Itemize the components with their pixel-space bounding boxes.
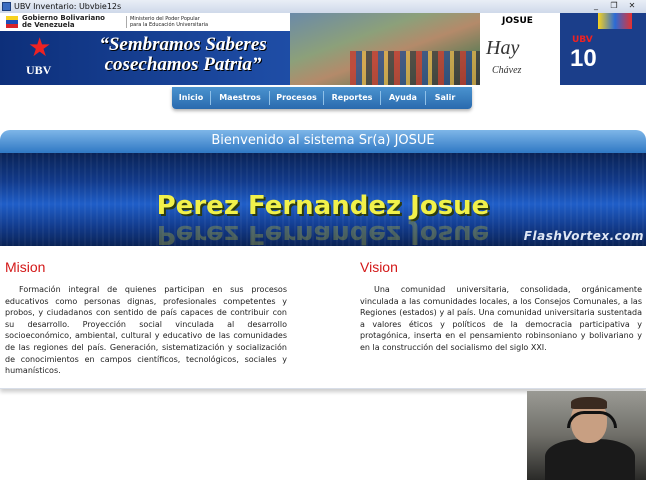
slogan: “Sembramos Saberes cosechamos Patria” — [78, 35, 288, 81]
menu-item-inicio[interactable]: Inicio — [172, 87, 210, 109]
ubv-logo: ★ UBV — [20, 35, 72, 81]
star-icon: ★ — [28, 33, 52, 63]
menu-item-procesos[interactable]: Procesos — [270, 87, 323, 109]
signature: Hay — [486, 37, 520, 59]
badge-number: 10 — [570, 45, 597, 72]
person-body — [545, 439, 635, 480]
ministry-line2: para la Educación Universitaria — [130, 22, 209, 28]
campus-photo — [290, 13, 480, 85]
welcome-bar: Bienvenido al sistema Sr(a) JOSUE — [0, 130, 646, 153]
vision-text: Una comunidad universitaria, consolidada… — [360, 285, 642, 352]
banner-graphic: ★ UBV “Sembramos Saberes cosechamos Patr… — [0, 13, 646, 85]
government-name: Gobierno Bolivariano de Venezuela — [22, 15, 105, 29]
vision-heading: Vision — [360, 259, 398, 275]
headphones-icon — [567, 411, 617, 428]
mission-heading: Mision — [5, 259, 46, 275]
mission-section: Mision Formación integral de quienes par… — [5, 258, 287, 377]
venezuela-flag-icon — [6, 16, 18, 28]
logo-text: UBV — [26, 63, 52, 77]
main-menu: Inicio Maestros Procesos Reportes Ayuda … — [172, 87, 472, 109]
menu-item-maestros[interactable]: Maestros — [211, 87, 269, 109]
mission-vision-panel: Mision Formación integral de quienes par… — [0, 246, 646, 389]
restore-button[interactable]: ❐ — [606, 1, 622, 11]
header-banner: Gobierno Bolivariano de Venezuela Minist… — [0, 13, 646, 85]
user-name-banner: Perez Fernandez Josue Perez Fernandez Jo… — [0, 153, 646, 246]
gov-name-line2: de Venezuela — [22, 21, 75, 29]
mission-text: Formación integral de quienes participan… — [5, 285, 287, 376]
slogan-line2: cosechamos Patria” — [104, 54, 262, 75]
divider — [126, 16, 127, 28]
window-title: UBV Inventario: Ubvbie12s — [14, 2, 122, 11]
welcome-text: Bienvenido al sistema Sr(a) JOSUE — [211, 133, 435, 148]
app-icon — [2, 2, 11, 11]
signature-name: Chávez — [492, 65, 522, 76]
menu-item-reportes[interactable]: Reportes — [324, 87, 380, 109]
ministry-name: Ministerio del Poder Popular para la Edu… — [130, 16, 208, 28]
vision-section: Vision Una comunidad universitaria, cons… — [360, 258, 642, 354]
webcam-overlay — [527, 391, 646, 480]
slogan-line1: “Sembramos Saberes — [99, 34, 267, 55]
minimize-button[interactable]: _ — [588, 1, 604, 11]
menu-item-salir[interactable]: Salir — [426, 87, 464, 109]
watermark: FlashVortex.com — [523, 229, 644, 243]
crowd-image — [350, 51, 480, 85]
user-full-name: Perez Fernandez Josue — [156, 191, 490, 221]
window-title-bar: UBV Inventario: Ubvbie12s _ ❐ ✕ — [0, 0, 646, 14]
anniversary-badge: UBV 10 — [560, 13, 646, 85]
bicentenario-logo — [598, 13, 632, 29]
badge-ubv: UBV — [572, 35, 593, 45]
menu-item-ayuda[interactable]: Ayuda — [381, 87, 425, 109]
close-button[interactable]: ✕ — [624, 1, 640, 11]
signature-area: JOSUE Hay Chávez — [480, 13, 560, 85]
current-user: JOSUE — [502, 16, 533, 26]
person-hair — [571, 397, 607, 409]
